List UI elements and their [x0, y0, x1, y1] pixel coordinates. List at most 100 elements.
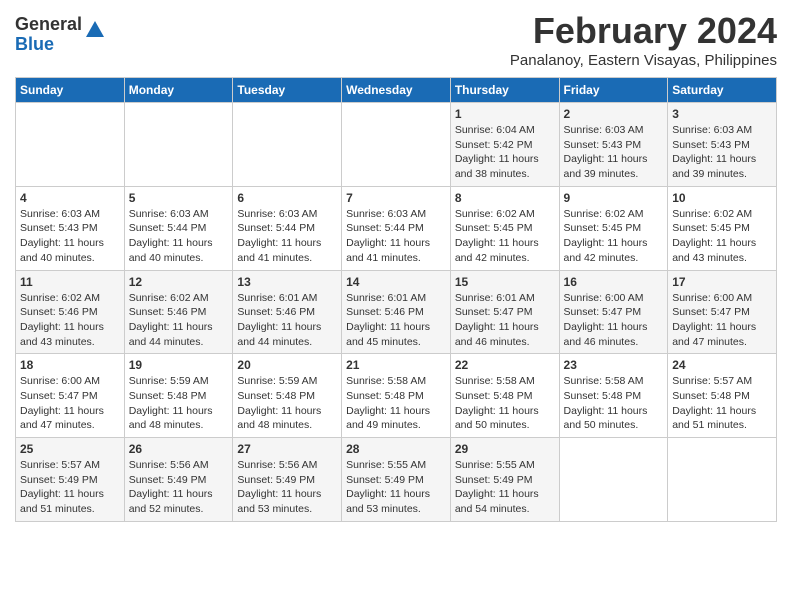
- calendar-week-4: 18 Sunrise: 6:00 AM Sunset: 5:47 PM Dayli…: [16, 354, 777, 438]
- calendar-cell: 16Sunrise: 6:00 AM Sunset: 5:47 PM Dayli…: [559, 270, 668, 354]
- calendar-cell: 28 Sunrise: 5:55 AM Sunset: 5:49 PM Dayli…: [342, 438, 451, 522]
- page-header: General Blue February 2024 Panalanoy, Ea…: [15, 10, 777, 69]
- calendar-cell: [559, 438, 668, 522]
- calendar-cell: [124, 103, 233, 187]
- calendar-cell: [342, 103, 451, 187]
- day-info: Sunrise: 5:58 AM Sunset: 5:48 PM Dayligh…: [564, 374, 664, 433]
- day-info: Sunrise: 6:03 AM Sunset: 5:44 PM Dayligh…: [346, 207, 446, 266]
- calendar-cell: 27Sunrise: 5:56 AM Sunset: 5:49 PM Dayli…: [233, 438, 342, 522]
- day-info: Sunrise: 5:56 AM Sunset: 5:49 PM Dayligh…: [129, 458, 229, 517]
- day-number: 20: [237, 358, 337, 372]
- day-number: 23: [564, 358, 664, 372]
- calendar-cell: 11 Sunrise: 6:02 AM Sunset: 5:46 PM Dayli…: [16, 270, 125, 354]
- calendar-cell: 15Sunrise: 6:01 AM Sunset: 5:47 PM Dayli…: [450, 270, 559, 354]
- calendar-cell: [233, 103, 342, 187]
- calendar-cell: 26Sunrise: 5:56 AM Sunset: 5:49 PM Dayli…: [124, 438, 233, 522]
- calendar-cell: [16, 103, 125, 187]
- day-number: 19: [129, 358, 229, 372]
- calendar-cell: 7 Sunrise: 6:03 AM Sunset: 5:44 PM Daylig…: [342, 186, 451, 270]
- day-number: 1: [455, 107, 555, 121]
- day-info: Sunrise: 6:02 AM Sunset: 5:45 PM Dayligh…: [455, 207, 555, 266]
- day-number: 6: [237, 191, 337, 205]
- day-info: Sunrise: 6:03 AM Sunset: 5:43 PM Dayligh…: [564, 123, 664, 182]
- calendar-table: SundayMondayTuesdayWednesdayThursdayFrid…: [15, 77, 777, 522]
- calendar-cell: 5Sunrise: 6:03 AM Sunset: 5:44 PM Daylig…: [124, 186, 233, 270]
- day-info: Sunrise: 6:00 AM Sunset: 5:47 PM Dayligh…: [672, 291, 772, 350]
- day-info: Sunrise: 6:01 AM Sunset: 5:46 PM Dayligh…: [237, 291, 337, 350]
- calendar-body: 1 Sunrise: 6:04 AM Sunset: 5:42 PM Daylig…: [16, 103, 777, 522]
- calendar-cell: 4 Sunrise: 6:03 AM Sunset: 5:43 PM Daylig…: [16, 186, 125, 270]
- calendar-week-2: 4 Sunrise: 6:03 AM Sunset: 5:43 PM Daylig…: [16, 186, 777, 270]
- calendar-cell: 12Sunrise: 6:02 AM Sunset: 5:46 PM Dayli…: [124, 270, 233, 354]
- calendar-cell: 6 Sunrise: 6:03 AM Sunset: 5:44 PM Daylig…: [233, 186, 342, 270]
- day-info: Sunrise: 5:59 AM Sunset: 5:48 PM Dayligh…: [237, 374, 337, 433]
- day-info: Sunrise: 6:00 AM Sunset: 5:47 PM Dayligh…: [564, 291, 664, 350]
- day-number: 3: [672, 107, 772, 121]
- day-info: Sunrise: 6:02 AM Sunset: 5:45 PM Dayligh…: [564, 207, 664, 266]
- day-info: Sunrise: 6:02 AM Sunset: 5:46 PM Dayligh…: [20, 291, 120, 350]
- calendar-week-3: 11 Sunrise: 6:02 AM Sunset: 5:46 PM Dayli…: [16, 270, 777, 354]
- day-info: Sunrise: 6:00 AM Sunset: 5:47 PM Dayligh…: [20, 374, 120, 433]
- day-header-monday: Monday: [124, 78, 233, 103]
- calendar-cell: 17Sunrise: 6:00 AM Sunset: 5:47 PM Dayli…: [668, 270, 777, 354]
- day-number: 2: [564, 107, 664, 121]
- day-info: Sunrise: 6:03 AM Sunset: 5:44 PM Dayligh…: [129, 207, 229, 266]
- calendar-cell: 19 Sunrise: 5:59 AM Sunset: 5:48 PM Dayli…: [124, 354, 233, 438]
- calendar-cell: 14Sunrise: 6:01 AM Sunset: 5:46 PM Dayli…: [342, 270, 451, 354]
- day-number: 28: [346, 442, 446, 456]
- day-info: Sunrise: 6:04 AM Sunset: 5:42 PM Dayligh…: [455, 123, 555, 182]
- day-number: 11: [20, 275, 120, 289]
- day-header-saturday: Saturday: [668, 78, 777, 103]
- day-number: 27: [237, 442, 337, 456]
- calendar-cell: 13 Sunrise: 6:01 AM Sunset: 5:46 PM Dayli…: [233, 270, 342, 354]
- day-header-thursday: Thursday: [450, 78, 559, 103]
- calendar-cell: 21 Sunrise: 5:58 AM Sunset: 5:48 PM Dayli…: [342, 354, 451, 438]
- day-number: 12: [129, 275, 229, 289]
- calendar-cell: 20 Sunrise: 5:59 AM Sunset: 5:48 PM Dayli…: [233, 354, 342, 438]
- day-number: 21: [346, 358, 446, 372]
- calendar-week-1: 1 Sunrise: 6:04 AM Sunset: 5:42 PM Daylig…: [16, 103, 777, 187]
- day-info: Sunrise: 6:03 AM Sunset: 5:44 PM Dayligh…: [237, 207, 337, 266]
- calendar-cell: 9 Sunrise: 6:02 AM Sunset: 5:45 PM Daylig…: [559, 186, 668, 270]
- calendar-cell: [668, 438, 777, 522]
- day-info: Sunrise: 5:58 AM Sunset: 5:48 PM Dayligh…: [455, 374, 555, 433]
- calendar-cell: 29Sunrise: 5:55 AM Sunset: 5:49 PM Dayli…: [450, 438, 559, 522]
- day-number: 25: [20, 442, 120, 456]
- calendar-cell: 2 Sunrise: 6:03 AM Sunset: 5:43 PM Daylig…: [559, 103, 668, 187]
- day-info: Sunrise: 6:03 AM Sunset: 5:43 PM Dayligh…: [672, 123, 772, 182]
- day-info: Sunrise: 6:01 AM Sunset: 5:47 PM Dayligh…: [455, 291, 555, 350]
- day-number: 9: [564, 191, 664, 205]
- month-title: February 2024: [510, 10, 777, 52]
- day-info: Sunrise: 5:59 AM Sunset: 5:48 PM Dayligh…: [129, 374, 229, 433]
- day-header-friday: Friday: [559, 78, 668, 103]
- day-number: 14: [346, 275, 446, 289]
- day-header-tuesday: Tuesday: [233, 78, 342, 103]
- calendar-cell: 24 Sunrise: 5:57 AM Sunset: 5:48 PM Dayli…: [668, 354, 777, 438]
- logo-blue-text: Blue: [15, 35, 82, 55]
- calendar-cell: 1 Sunrise: 6:04 AM Sunset: 5:42 PM Daylig…: [450, 103, 559, 187]
- day-info: Sunrise: 5:57 AM Sunset: 5:48 PM Dayligh…: [672, 374, 772, 433]
- day-number: 4: [20, 191, 120, 205]
- calendar-cell: 10Sunrise: 6:02 AM Sunset: 5:45 PM Dayli…: [668, 186, 777, 270]
- logo: General Blue: [15, 15, 106, 55]
- day-number: 24: [672, 358, 772, 372]
- calendar-cell: 18 Sunrise: 6:00 AM Sunset: 5:47 PM Dayli…: [16, 354, 125, 438]
- day-number: 8: [455, 191, 555, 205]
- day-number: 22: [455, 358, 555, 372]
- calendar-cell: 23 Sunrise: 5:58 AM Sunset: 5:48 PM Dayli…: [559, 354, 668, 438]
- day-info: Sunrise: 5:55 AM Sunset: 5:49 PM Dayligh…: [346, 458, 446, 517]
- calendar-week-5: 25 Sunrise: 5:57 AM Sunset: 5:49 PM Dayli…: [16, 438, 777, 522]
- day-info: Sunrise: 5:58 AM Sunset: 5:48 PM Dayligh…: [346, 374, 446, 433]
- calendar-cell: 25 Sunrise: 5:57 AM Sunset: 5:49 PM Dayli…: [16, 438, 125, 522]
- day-number: 18: [20, 358, 120, 372]
- day-header-sunday: Sunday: [16, 78, 125, 103]
- day-info: Sunrise: 5:57 AM Sunset: 5:49 PM Dayligh…: [20, 458, 120, 517]
- day-number: 7: [346, 191, 446, 205]
- calendar-header-row: SundayMondayTuesdayWednesdayThursdayFrid…: [16, 78, 777, 103]
- day-number: 13: [237, 275, 337, 289]
- day-info: Sunrise: 6:03 AM Sunset: 5:43 PM Dayligh…: [20, 207, 120, 266]
- calendar-cell: 8 Sunrise: 6:02 AM Sunset: 5:45 PM Daylig…: [450, 186, 559, 270]
- calendar-cell: 3 Sunrise: 6:03 AM Sunset: 5:43 PM Daylig…: [668, 103, 777, 187]
- logo-general-text: General: [15, 15, 82, 35]
- day-number: 29: [455, 442, 555, 456]
